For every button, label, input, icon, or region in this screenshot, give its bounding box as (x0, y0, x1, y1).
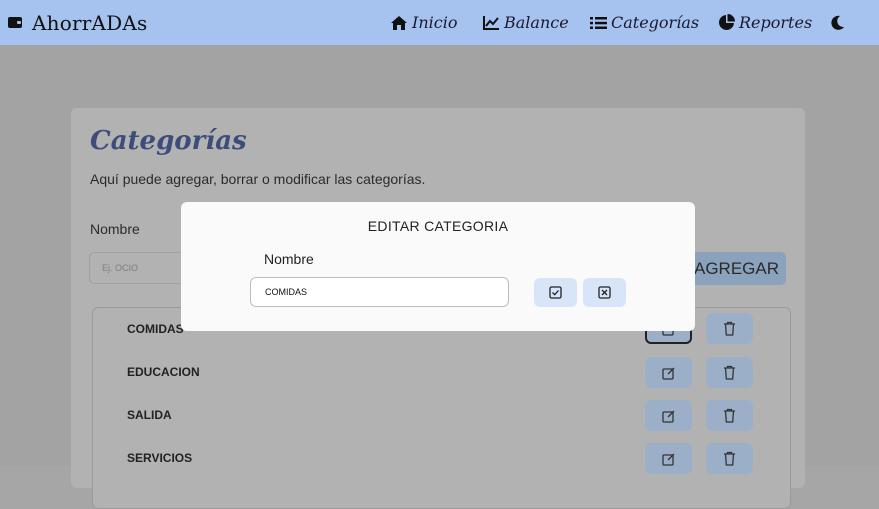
modal-title: EDITAR CATEGORIA (367, 218, 509, 234)
navbar: AhorrADAs Inicio Balance Categorías Repo… (0, 0, 879, 45)
brand-title: AhorrADAs (32, 10, 148, 35)
check-square-icon (549, 286, 562, 299)
brand[interactable]: AhorrADAs (8, 11, 147, 35)
list-item-name: SALIDA (127, 408, 172, 422)
edit-icon (661, 453, 674, 466)
delete-button[interactable] (706, 443, 753, 474)
delete-button[interactable] (706, 357, 753, 388)
nombre-label: Nombre (90, 221, 140, 237)
pie-chart-icon (719, 14, 735, 30)
trash-icon (724, 451, 735, 466)
edit-button[interactable] (645, 400, 692, 431)
list-item-name: COMIDAS (127, 322, 184, 336)
trash-icon (724, 365, 735, 380)
nav-menu: Inicio Balance Categorías Reportes (390, 0, 845, 45)
add-category-button[interactable]: AGREGAR (680, 252, 786, 285)
nav-item-balance[interactable]: Balance (483, 13, 590, 32)
nav-item-label: Categorías (611, 13, 700, 32)
home-icon (391, 15, 407, 30)
delete-button[interactable] (706, 400, 753, 431)
trash-icon (724, 408, 735, 423)
wallet-icon (8, 17, 22, 28)
nav-item-label: Reportes (739, 13, 813, 32)
cancel-edit-button[interactable] (583, 278, 626, 307)
trash-icon (724, 321, 735, 336)
list-item-name: SERVICIOS (127, 451, 193, 465)
edit-icon (661, 367, 674, 380)
list-icon (590, 16, 607, 29)
edit-button[interactable] (645, 443, 692, 474)
nav-item-inicio[interactable]: Inicio (390, 13, 483, 32)
nav-item-reportes[interactable]: Reportes (718, 13, 831, 32)
confirm-edit-button[interactable] (534, 278, 577, 307)
edit-category-modal: EDITAR CATEGORIA Nombre COMIDAS (181, 202, 695, 331)
list-item-name: EDUCACION (127, 365, 200, 379)
nav-item-label: Balance (504, 13, 569, 32)
edit-category-input[interactable]: COMIDAS (250, 277, 509, 307)
moon-icon (831, 15, 844, 30)
modal-nombre-label: Nombre (264, 251, 314, 267)
edit-icon (661, 410, 674, 423)
page-title: Categorías (90, 126, 247, 156)
page-description: Aquí puede agregar, borrar o modificar l… (90, 171, 426, 187)
chart-line-icon (483, 16, 499, 30)
edit-button[interactable] (645, 357, 692, 388)
theme-toggle[interactable] (831, 15, 845, 30)
nav-item-categorias[interactable]: Categorías (590, 13, 718, 32)
nav-item-label: Inicio (412, 13, 458, 32)
delete-button[interactable] (706, 313, 753, 344)
x-square-icon (598, 286, 611, 299)
